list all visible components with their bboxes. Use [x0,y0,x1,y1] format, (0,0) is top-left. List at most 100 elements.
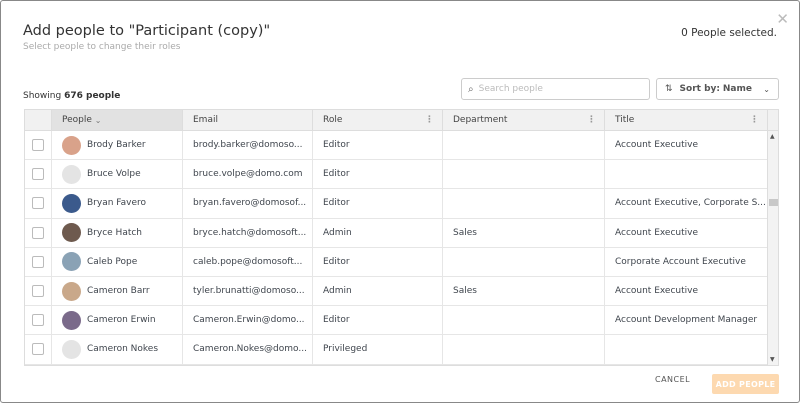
table-row[interactable]: Cameron Nokes Cameron.Nokes@domo... Priv… [25,335,778,365]
cell-people: Caleb Pope [52,247,183,276]
cancel-button[interactable]: CANCEL [655,375,690,384]
table-header: People ⌄ Email Role ⋮ Department ⋮ Title ⋮ [25,110,778,131]
cell-people: Bryce Hatch [52,218,183,247]
cell-role: Editor [313,306,443,335]
email-text: brody.barker@domoso... [193,140,303,151]
person-name: Bryan Favero [87,198,147,209]
row-checkbox[interactable] [32,139,44,152]
cell-department [443,247,605,276]
scrollbar-thumb[interactable] [769,199,778,206]
email-text: Cameron.Nokes@domo... [193,344,307,355]
column-email[interactable]: Email [183,110,313,130]
column-department[interactable]: Department ⋮ [443,110,605,130]
cell-role: Privileged [313,335,443,364]
table-row[interactable]: Bryce Hatch bryce.hatch@domosoft... Admi… [25,218,778,248]
avatar [62,252,81,272]
role-text: Editor [323,256,350,267]
table-row[interactable]: Cameron Barr tyler.brunatti@domoso... Ad… [25,276,778,307]
scrollbar[interactable]: ▲ ▼ [767,131,778,365]
cell-department [443,160,605,189]
cell-people: Bryan Favero [52,189,183,218]
column-people[interactable]: People ⌄ [52,110,183,130]
close-icon[interactable]: ✕ [776,10,789,28]
role-text: Editor [323,140,350,151]
avatar [62,135,81,155]
cell-department [443,335,605,364]
header-select [25,110,52,130]
cell-people: Cameron Barr [52,276,183,306]
title-text: Account Executive, Corporate S... [615,198,766,209]
cell-title [605,335,768,364]
person-name: Cameron Erwin [87,315,156,326]
role-text: Admin [323,286,352,297]
title-text: Account Executive [615,286,699,297]
cell-people: Cameron Erwin [52,306,183,335]
row-checkbox[interactable] [32,343,44,356]
add-people-button[interactable]: ADD PEOPLE [712,374,779,394]
avatar [62,164,81,184]
row-select [25,306,52,335]
row-checkbox[interactable] [32,285,44,298]
cell-department: Sales [443,218,605,247]
showing-prefix: Showing [23,91,62,101]
cell-department [443,131,605,160]
row-select [25,160,52,189]
dialog-title: Add people to "Participant (copy)" [23,23,271,39]
column-menu-icon[interactable]: ⋮ [750,115,759,125]
cell-email: caleb.pope@domosoft... [183,247,313,276]
column-label: Department [453,115,508,125]
sort-dropdown[interactable]: ⇅ Sort by: Name ⌄ [656,78,779,100]
search-icon: ⌕ [468,83,474,95]
person-name: Caleb Pope [87,256,138,267]
table-row[interactable]: Cameron Erwin Cameron.Erwin@domo... Edit… [25,306,778,336]
column-menu-icon[interactable]: ⋮ [587,115,596,125]
avatar [62,193,81,213]
row-checkbox[interactable] [32,314,44,327]
showing-count: Showing 676 people [23,91,120,101]
row-checkbox[interactable] [32,255,44,268]
table-row[interactable]: Bryan Favero bryan.favero@domosof... Edi… [25,189,778,219]
people-table: People ⌄ Email Role ⋮ Department ⋮ Title ⋮ … [24,109,779,366]
email-text: bryce.hatch@domosoft... [193,227,307,238]
cell-title: Account Executive [605,131,768,160]
sort-label: Sort by: [679,84,720,94]
cell-title: Account Executive, Corporate S... [605,189,768,218]
cell-people: Bruce Volpe [52,160,183,189]
cell-role: Admin [313,218,443,247]
cell-email: bryce.hatch@domosoft... [183,218,313,247]
cell-department [443,306,605,335]
table-row[interactable]: Bruce Volpe bruce.volpe@domo.com Editor [25,160,778,190]
row-select [25,276,52,306]
row-select [25,131,52,160]
cell-role: Editor [313,131,443,160]
search-input[interactable]: ⌕ Search people [461,78,650,100]
department-text: Sales [453,227,477,238]
column-title[interactable]: Title ⋮ [605,110,768,130]
cell-role: Editor [313,160,443,189]
cell-email: tyler.brunatti@domoso... [183,276,313,306]
cell-email: bryan.favero@domosof... [183,189,313,218]
person-name: Cameron Barr [87,286,150,297]
email-text: tyler.brunatti@domoso... [193,286,305,297]
row-checkbox[interactable] [32,226,44,239]
row-select [25,335,52,364]
scroll-up-icon[interactable]: ▲ [770,133,775,140]
column-role[interactable]: Role ⋮ [313,110,443,130]
cell-title: Account Executive [605,218,768,247]
row-select [25,218,52,247]
row-checkbox[interactable] [32,168,44,181]
title-text: Account Executive [615,140,699,151]
column-label: Title [615,115,635,125]
cell-email: Cameron.Nokes@domo... [183,335,313,364]
avatar [62,281,81,301]
row-checkbox[interactable] [32,197,44,210]
column-menu-icon[interactable]: ⋮ [425,115,434,125]
person-name: Bruce Volpe [87,169,141,180]
showing-number: 676 people [64,91,121,101]
table-row[interactable]: Brody Barker brody.barker@domoso... Edit… [25,131,778,161]
scroll-down-icon[interactable]: ▼ [770,356,775,363]
dialog-subtitle: Select people to change their roles [23,42,181,52]
cell-email: brody.barker@domoso... [183,131,313,160]
table-row[interactable]: Caleb Pope caleb.pope@domosoft... Editor… [25,247,778,277]
role-text: Editor [323,315,350,326]
